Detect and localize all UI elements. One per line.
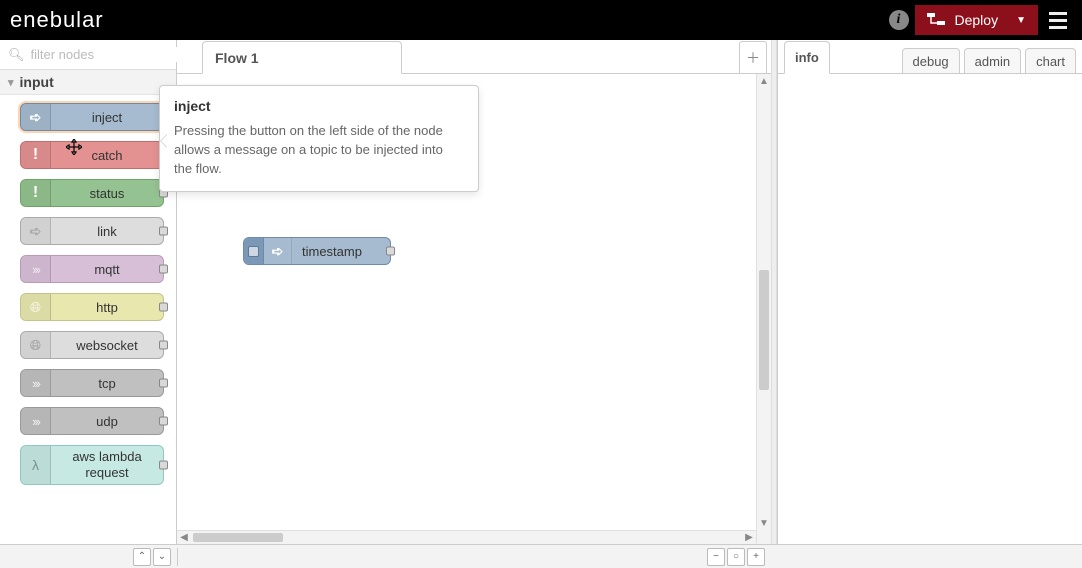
zoom-in-button[interactable]: + — [747, 548, 765, 566]
tooltip-title: inject — [174, 98, 464, 114]
canvas-scrollbar-horizontal[interactable]: ◀ ▶ — [177, 530, 756, 544]
palette-search[interactable]: 🔍︎ — [0, 40, 176, 70]
palette-node-label: link — [51, 224, 163, 239]
scroll-up-icon[interactable]: ▲ — [757, 74, 771, 88]
header-actions: i Deploy ▼ — [889, 5, 1073, 35]
footer-palette-controls: ⌃ ⌄ — [0, 548, 177, 566]
node-port-out — [159, 341, 168, 350]
signal-icon: ››› — [32, 376, 39, 391]
sidebar-tab-info[interactable]: info — [784, 41, 830, 74]
inject-icon: ➪ — [272, 243, 284, 260]
palette-node-label: mqtt — [51, 262, 163, 277]
sidebar-panel: info debug admin chart — [777, 40, 1082, 544]
palette-node-label: http — [51, 300, 163, 315]
node-port-out — [159, 461, 168, 470]
scroll-right-icon[interactable]: ▶ — [742, 531, 756, 544]
workspace-tabbar: Flow 1 ＋ — [177, 40, 771, 74]
globe-icon: 🌐︎ — [30, 299, 41, 316]
sidebar-tab-debug[interactable]: debug — [902, 48, 960, 74]
palette-node-label: inject — [51, 110, 163, 125]
palette-node-tcp[interactable]: ››› tcp — [20, 369, 164, 397]
exclamation-icon: ! — [33, 146, 38, 164]
inject-icon: ➪ — [30, 109, 42, 126]
arrow-icon: ➪ — [30, 223, 42, 240]
palette-node-mqtt[interactable]: ››› mqtt — [20, 255, 164, 283]
node-help-tooltip: inject Pressing the button on the left s… — [159, 85, 479, 192]
footer-canvas-controls: − ○ + — [177, 548, 771, 566]
palette-node-status[interactable]: ! status — [20, 179, 164, 207]
palette-node-label: status — [51, 186, 163, 201]
sidebar-tab-chart[interactable]: chart — [1025, 48, 1076, 74]
palette-node-label: udp — [51, 414, 163, 429]
sidebar-tab-label: debug — [913, 54, 949, 69]
palette-collapse-down-button[interactable]: ⌄ — [153, 548, 171, 566]
node-port-out — [159, 417, 168, 426]
deploy-label: Deploy — [955, 12, 999, 28]
chevron-down-icon: ▾ — [8, 76, 14, 89]
add-flow-tab-button[interactable]: ＋ — [739, 41, 767, 74]
status-footer: ⌃ ⌄ − ○ + — [0, 544, 1082, 568]
hamburger-menu-icon[interactable] — [1044, 6, 1072, 34]
node-port-out — [159, 379, 168, 388]
palette-node-label: tcp — [51, 376, 163, 391]
search-icon: 🔍︎ — [8, 47, 25, 63]
flow-node-label: timestamp — [292, 244, 376, 259]
palette-node-inject[interactable]: ➪ inject — [20, 103, 164, 131]
lambda-icon: λ — [32, 457, 39, 473]
sidebar-tab-label: admin — [975, 54, 1010, 69]
palette-node-aws-lambda[interactable]: λ aws lambda request — [20, 445, 164, 485]
node-port-out — [159, 265, 168, 274]
sidebar-content — [778, 74, 1082, 544]
scroll-down-icon[interactable]: ▼ — [757, 516, 771, 530]
node-port-out — [159, 227, 168, 236]
scroll-thumb[interactable] — [759, 270, 769, 390]
caret-down-icon: ▼ — [1016, 15, 1026, 26]
tooltip-body: Pressing the button on the left side of … — [174, 122, 464, 179]
palette-category-input[interactable]: ▾ input — [0, 70, 176, 95]
scroll-thumb[interactable] — [193, 533, 283, 542]
palette-node-label: websocket — [51, 338, 163, 353]
sidebar-tab-admin[interactable]: admin — [964, 48, 1021, 74]
signal-icon: ››› — [32, 414, 39, 429]
palette-panel: 🔍︎ ▾ input ➪ inject ! catch ! status — [0, 40, 177, 544]
sidebar-tab-label: info — [795, 50, 819, 65]
sidebar-tab-label: chart — [1036, 54, 1065, 69]
flow-node-timestamp[interactable]: ➪ timestamp — [243, 237, 391, 265]
move-cursor-icon — [66, 139, 82, 155]
flow-tab[interactable]: Flow 1 — [202, 41, 402, 74]
canvas-scrollbar-vertical[interactable]: ▲ ▼ — [756, 74, 771, 544]
palette-collapse-up-button[interactable]: ⌃ — [133, 548, 151, 566]
flow-tab-label: Flow 1 — [215, 50, 259, 66]
sidebar-tabbar: info debug admin chart — [778, 40, 1082, 74]
app-header: enebular i Deploy ▼ — [0, 0, 1082, 40]
inject-trigger-button[interactable] — [244, 238, 264, 264]
palette-node-catch[interactable]: ! catch — [20, 141, 164, 169]
palette-node-list: ➪ inject ! catch ! status ➪ link ››› — [0, 95, 176, 544]
deploy-button[interactable]: Deploy ▼ — [915, 5, 1039, 35]
palette-node-udp[interactable]: ››› udp — [20, 407, 164, 435]
palette-category-label: input — [20, 74, 54, 90]
palette-node-websocket[interactable]: 🌐︎ websocket — [20, 331, 164, 359]
palette-node-link[interactable]: ➪ link — [20, 217, 164, 245]
info-icon[interactable]: i — [889, 10, 909, 30]
palette-node-http[interactable]: 🌐︎ http — [20, 293, 164, 321]
palette-node-label: aws lambda request — [51, 447, 163, 482]
zoom-out-button[interactable]: − — [707, 548, 725, 566]
scroll-left-icon[interactable]: ◀ — [177, 531, 191, 544]
node-port-out[interactable] — [386, 247, 395, 256]
exclamation-icon: ! — [33, 184, 38, 202]
globe-icon: 🌐︎ — [30, 337, 41, 354]
node-port-out — [159, 303, 168, 312]
signal-icon: ››› — [32, 262, 39, 277]
app-logo: enebular — [10, 7, 104, 33]
zoom-reset-button[interactable]: ○ — [727, 548, 745, 566]
deploy-icon — [927, 12, 945, 29]
